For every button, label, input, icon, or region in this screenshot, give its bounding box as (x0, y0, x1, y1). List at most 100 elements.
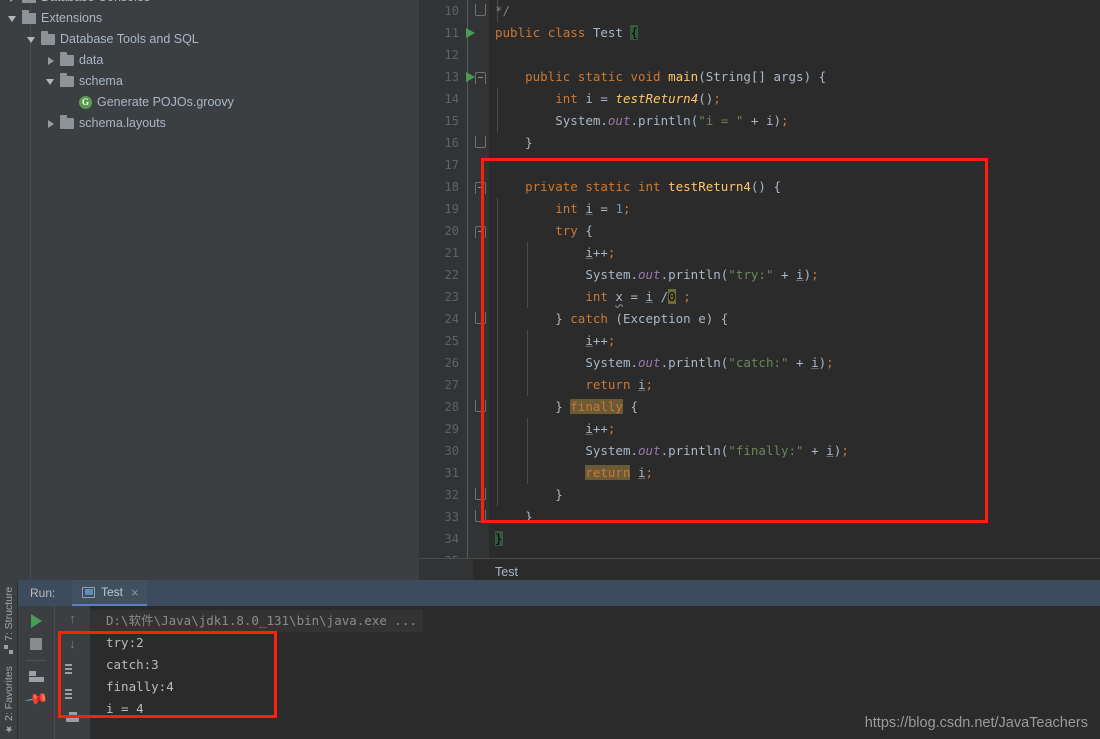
code-line[interactable]: 31 return i; (419, 462, 1100, 484)
code-line[interactable]: 35 (419, 550, 1100, 558)
run-gutter-icon[interactable] (466, 72, 475, 82)
code-token: x (615, 289, 623, 304)
code-token: { (577, 223, 593, 238)
code-token: ) (803, 267, 812, 282)
code-line[interactable]: 23 int x = i /0 ; (419, 286, 1100, 308)
tree-item[interactable]: Database Tools and SQL (0, 29, 419, 50)
breadcrumb-item-test[interactable]: Test (495, 565, 518, 579)
code-line[interactable]: 30 System.out.println("finally:" + i); (419, 440, 1100, 462)
code-line[interactable]: 20 try { (419, 220, 1100, 242)
code-fold-marker[interactable] (475, 226, 486, 238)
code-line[interactable]: 34} (419, 528, 1100, 550)
code-fold-marker[interactable] (475, 312, 486, 324)
code-line[interactable]: 24 } catch (Exception e) { (419, 308, 1100, 330)
code-token: ++ (592, 333, 608, 348)
run-gutter-icon[interactable] (466, 28, 475, 38)
code-line[interactable]: 32 } (419, 484, 1100, 506)
print-icon[interactable] (65, 712, 80, 724)
tool-button-structure[interactable]: 7: Structure (0, 582, 18, 654)
code-line[interactable]: 29 i++; (419, 418, 1100, 440)
code-fold-marker[interactable] (475, 400, 486, 412)
code-token: System. (555, 113, 608, 128)
code-text: i++; (495, 330, 615, 352)
line-number: 22 (444, 268, 459, 282)
code-line[interactable]: 14 int i = testReturn4(); (419, 88, 1100, 110)
code-line[interactable]: 22 System.out.println("try:" + i); (419, 264, 1100, 286)
chevron-down-icon[interactable] (8, 13, 19, 24)
code-fold-marker[interactable] (475, 182, 486, 194)
run-toolbar-primary[interactable]: 📌 (18, 606, 54, 739)
code-line[interactable]: 33 } (419, 506, 1100, 528)
code-editor[interactable]: 10 */11 public class Test {12 13 public sta… (419, 0, 1100, 558)
chevron-right-icon[interactable] (46, 55, 57, 66)
folder-icon (22, 0, 36, 3)
code-line[interactable]: 28 } finally { (419, 396, 1100, 418)
left-tool-strip[interactable]: 7: Structure ★ 2: Favorites (0, 580, 18, 739)
code-token: () { (750, 179, 782, 194)
code-token: () (698, 91, 714, 106)
console-line-wrap: try:2 (90, 632, 1100, 654)
line-number: 26 (444, 356, 459, 370)
code-line[interactable]: 15 System.out.println("i = " + i); (419, 110, 1100, 132)
code-line[interactable]: 13 public static void main(String[] args… (419, 66, 1100, 88)
stop-icon[interactable] (30, 638, 42, 650)
code-line[interactable]: 25 i++; (419, 330, 1100, 352)
tree-item[interactable]: schema (0, 71, 419, 92)
console-output-line: finally:4 (106, 679, 174, 694)
layout-settings-icon[interactable] (28, 671, 44, 682)
code-token: { (630, 25, 639, 40)
pin-icon[interactable]: 📌 (23, 687, 48, 712)
chevron-down-icon[interactable] (46, 76, 57, 87)
up-arrow-icon[interactable]: ↑ (66, 612, 79, 625)
code-line[interactable]: 16 } (419, 132, 1100, 154)
tree-item[interactable]: Extensions (0, 8, 419, 29)
chevron-down-icon[interactable] (27, 34, 38, 45)
tree-item-label: schema.layouts (79, 116, 166, 130)
tree-item[interactable]: Database Consoles (0, 0, 419, 8)
rerun-icon[interactable] (30, 614, 42, 628)
code-fold-marker[interactable] (475, 72, 486, 84)
code-line[interactable]: 12 (419, 44, 1100, 66)
code-line[interactable]: 10 */ (419, 0, 1100, 22)
soft-wrap-icon[interactable] (65, 662, 80, 675)
code-text: System.out.println("catch:" + i); (495, 352, 833, 374)
code-fold-marker[interactable] (475, 4, 486, 16)
tree-item[interactable]: G Generate POJOs.groovy (0, 92, 419, 113)
code-fold-marker[interactable] (475, 510, 486, 522)
close-icon[interactable]: × (131, 586, 139, 599)
line-number: 10 (444, 4, 459, 18)
code-fold-marker[interactable] (475, 136, 486, 148)
tool-button-favorites[interactable]: ★ 2: Favorites (0, 662, 18, 734)
chevron-right-icon[interactable] (8, 0, 19, 3)
code-text: return i; (495, 462, 653, 484)
run-tab-test[interactable]: Test × (72, 580, 147, 606)
code-token: .println( (660, 443, 729, 458)
chevron-right-icon[interactable] (46, 118, 57, 129)
code-token: catch (570, 311, 608, 326)
code-line[interactable]: 11 public class Test { (419, 22, 1100, 44)
line-number: 20 (444, 224, 459, 238)
line-number: 28 (444, 400, 459, 414)
scroll-to-end-icon[interactable] (65, 687, 80, 700)
code-line[interactable]: 17 (419, 154, 1100, 176)
code-line[interactable]: 26 System.out.println("catch:" + i); (419, 352, 1100, 374)
tree-item[interactable]: data (0, 50, 419, 71)
project-tree-panel[interactable]: Database Consoles Extensions Database Tool… (0, 0, 419, 580)
code-token: ++ (592, 245, 608, 260)
code-text: private static int testReturn4() { (495, 176, 781, 198)
tree-item[interactable]: schema.layouts (0, 113, 419, 134)
run-toolbar-secondary[interactable]: ↑ ↓ (54, 606, 90, 739)
code-line[interactable]: 21 i++; (419, 242, 1100, 264)
down-arrow-icon[interactable]: ↓ (66, 637, 79, 650)
code-fold-marker[interactable] (475, 488, 486, 500)
code-token: } (495, 311, 571, 326)
code-line[interactable]: 18 private static int testReturn4() { (419, 176, 1100, 198)
code-token: public (495, 25, 548, 40)
code-line[interactable]: 19 int i = 1; (419, 198, 1100, 220)
code-line[interactable]: 27 return i; (419, 374, 1100, 396)
